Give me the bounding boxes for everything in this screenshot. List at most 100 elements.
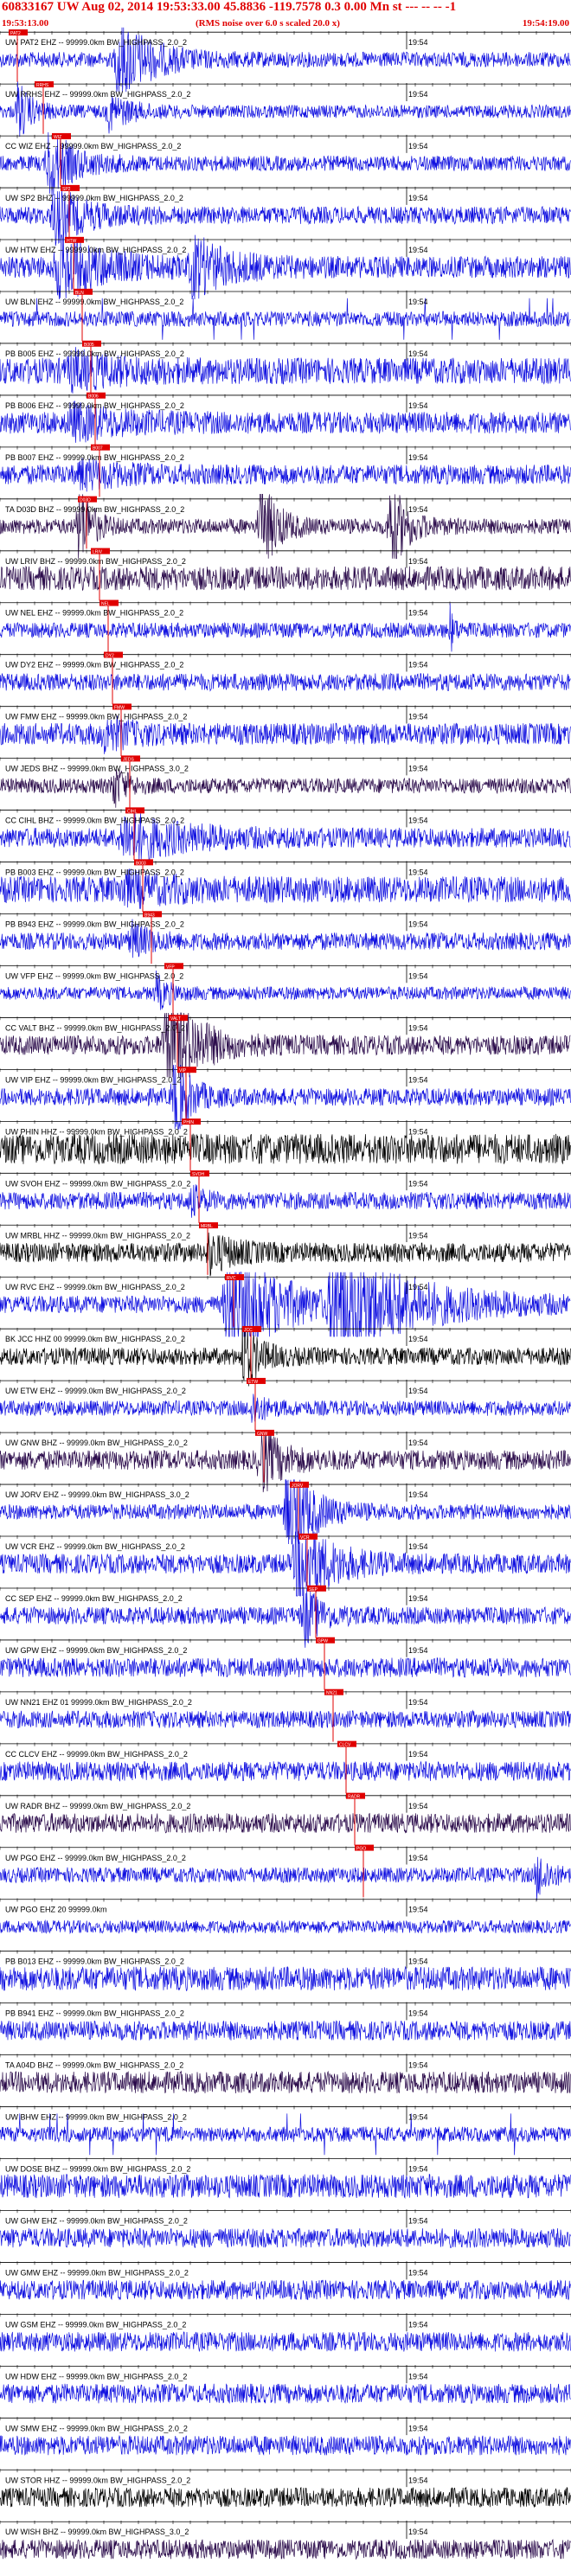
pick-label: VALT bbox=[170, 1016, 181, 1022]
pick-label: CIHL bbox=[127, 809, 138, 814]
trace-label: PB B006 EHZ -- 99999.0km BW_HIGHPASS_2.0… bbox=[5, 401, 184, 410]
time-tick-label: 19:54 bbox=[408, 1283, 428, 1291]
waveform-trace bbox=[0, 565, 571, 592]
seismogram-plot: UW PAT2 EHZ -- 99999.0km BW_HIGHPASS_2.0… bbox=[0, 27, 571, 2560]
trace-label: UW PAT2 EHZ -- 99999.0km BW_HIGHPASS_2.0… bbox=[5, 38, 187, 47]
waveform-trace bbox=[0, 2174, 571, 2200]
time-tick-label: 19:54 bbox=[408, 246, 428, 254]
trace-label: UW PGO EHZ -- 99999.0km BW_HIGHPASS_2.0_… bbox=[5, 1854, 186, 1862]
trace-label: PB B943 EHZ -- 99999.0km BW_HIGHPASS_2.0… bbox=[5, 920, 184, 929]
trace-label: UW GHW EHZ -- 99999.0km BW_HIGHPASS_2.0_… bbox=[5, 2216, 188, 2225]
waveform-trace bbox=[0, 1479, 571, 1545]
trace-label: PB B003 EHZ -- 99999.0km BW_HIGHPASS_2.0… bbox=[5, 868, 184, 877]
time-tick-label: 19:54 bbox=[408, 453, 428, 462]
trace-label: UW GSM EHZ -- 99999.0km BW_HIGHPASS_2.0_… bbox=[5, 2320, 186, 2329]
trace-label: UW JORV EHZ -- 99999.0km BW_HIGHPASS_3.0… bbox=[5, 1490, 189, 1499]
pick-label: B005 bbox=[84, 343, 94, 348]
pick-label: GNW bbox=[257, 1432, 268, 1437]
pick-label: WIZ bbox=[54, 135, 61, 140]
trace-label: UW RRHS EHZ -- 99999.0km BW_HIGHPASS_2.0… bbox=[5, 90, 190, 99]
pick-label: B003 bbox=[136, 861, 146, 866]
pick-label: JEDS bbox=[123, 757, 134, 762]
waveform-trace bbox=[0, 1272, 571, 1337]
waveform-trace bbox=[0, 1760, 571, 1782]
waveform-trace bbox=[0, 2486, 571, 2509]
pick-label: BLN bbox=[75, 291, 84, 296]
time-tick-label: 19:54 bbox=[408, 2476, 428, 2484]
pick-label: PGO bbox=[356, 1847, 366, 1852]
time-tick-label: 19:54 bbox=[408, 661, 428, 670]
pick-label: RVC bbox=[227, 1276, 236, 1281]
waveform-trace bbox=[0, 672, 571, 692]
trace-label: PB B941 EHZ -- 99999.0km BW_HIGHPASS_2.0… bbox=[5, 2009, 184, 2018]
pick-label: GPW bbox=[318, 1639, 328, 1644]
time-tick-label: 19:54 bbox=[408, 1750, 428, 1759]
trace-label: UW HDW EHZ -- 99999.0km BW_HIGHPASS_2.0_… bbox=[5, 2372, 187, 2381]
time-tick-label: 19:54 bbox=[408, 1335, 428, 1343]
time-tick-label: 19:54 bbox=[408, 557, 428, 566]
time-tick-label: 19:54 bbox=[408, 2528, 428, 2536]
time-tick-label: 19:54 bbox=[408, 1387, 428, 1395]
time-tick-label: 19:54 bbox=[408, 1802, 428, 1810]
waveform-trace bbox=[0, 1657, 571, 1678]
waveform-trace bbox=[0, 1530, 571, 1597]
time-tick-label: 19:54 bbox=[408, 868, 428, 877]
pick-label: JCC bbox=[244, 1328, 253, 1333]
trace-label: PB B005 EHZ -- 99999.0km BW_HIGHPASS_2.0… bbox=[5, 349, 184, 358]
pick-label: B007 bbox=[93, 446, 103, 452]
waveform-trace bbox=[0, 1184, 571, 1218]
trace-label: UW GNW BHZ -- 99999.0km BW_HIGHPASS_2.0_… bbox=[5, 1439, 188, 1447]
trace-label: UW LRIV BHZ -- 99999.0km BW_HIGHPASS_2.0… bbox=[5, 557, 186, 566]
trace-label: UW PGO EHZ 20 99999.0km bbox=[5, 1906, 107, 1914]
pick-label: FMW bbox=[114, 705, 125, 710]
trace-label: UW VFP EHZ -- 99999.0km BW_HIGHPASS_2.0_… bbox=[5, 971, 183, 980]
pick-label: NN21 bbox=[326, 1691, 337, 1696]
time-tick-label: 19:54 bbox=[408, 1542, 428, 1551]
time-tick-label: 19:54 bbox=[408, 765, 428, 773]
waveform-trace bbox=[0, 2070, 571, 2094]
waveform-trace bbox=[0, 1965, 571, 1991]
waveform-trace bbox=[0, 1133, 571, 1165]
time-tick-label: 19:54 bbox=[408, 1127, 428, 1136]
time-tick-label: 19:54 bbox=[408, 1439, 428, 1447]
trace-label: UW NN21 EHZ 01 99999.0km BW_HIGHPASS_2.0… bbox=[5, 1698, 192, 1707]
pick-label: RADR bbox=[348, 1795, 361, 1800]
time-tick-label: 19:54 bbox=[408, 2216, 428, 2225]
waveform-trace bbox=[0, 458, 571, 492]
trace-label: TA D03D BHZ -- 99999.0km BW_HIGHPASS_2.0… bbox=[5, 505, 184, 514]
pick-label: LRIV bbox=[93, 550, 103, 555]
time-tick-label: 19:54 bbox=[408, 1594, 428, 1603]
time-tick-label: 19:54 bbox=[408, 609, 428, 618]
waveform-trace bbox=[0, 1709, 571, 1729]
trace-label: CC CIHL BHZ -- 99999.0km BW_HIGHPASS_2.0… bbox=[5, 817, 184, 825]
time-tick-label: 19:54 bbox=[408, 920, 428, 929]
pick-label: RRHS bbox=[36, 83, 49, 88]
trace-label: UW GPW EHZ -- 99999.0km BW_HIGHPASS_2.0_… bbox=[5, 1646, 187, 1655]
pick-label: JORV bbox=[292, 1483, 304, 1489]
time-tick-label: 19:54 bbox=[408, 1490, 428, 1499]
pick-label: NEL bbox=[101, 602, 110, 607]
pick-label: VFP bbox=[166, 964, 175, 970]
pick-label: VIP bbox=[179, 1068, 187, 1073]
pick-label: SEP bbox=[309, 1587, 318, 1592]
waveform-trace bbox=[0, 768, 571, 808]
waveform-trace bbox=[0, 2279, 571, 2301]
trace-label: UW MRBL HHZ -- 99999.0km BW_HIGHPASS_2.0… bbox=[5, 1231, 190, 1240]
waveform-trace bbox=[0, 1919, 571, 1935]
time-tick-label: 19:54 bbox=[408, 90, 428, 99]
pick-label: B006 bbox=[88, 394, 99, 400]
trace-label: UW WISH BHZ -- 99999.0km BW_HIGHPASS_3.0… bbox=[5, 2528, 189, 2536]
trace-label: UW SVOH EHZ -- 99999.0km BW_HIGHPASS_2.0… bbox=[5, 1179, 190, 1188]
pick-label: MRBL bbox=[201, 1224, 213, 1229]
trace-label: UW JEDS BHZ -- 99999.0km BW_HIGHPASS_3.0… bbox=[5, 765, 189, 773]
trace-label: UW BLN EHZ -- 99999.0km BW_HIGHPASS_2.0_… bbox=[5, 298, 183, 306]
trace-label: UW ETW EHZ -- 99999.0km BW_HIGHPASS_2.0_… bbox=[5, 1387, 186, 1395]
time-tick-label: 19:54 bbox=[408, 1906, 428, 1914]
waveform-trace bbox=[0, 2383, 571, 2405]
time-tick-label: 19:54 bbox=[408, 298, 428, 306]
waveform-trace bbox=[0, 1012, 571, 1078]
time-tick-label: 19:54 bbox=[408, 1231, 428, 1240]
trace-label: UW DY2 EHZ -- 99999.0km BW_HIGHPASS_2.0_… bbox=[5, 661, 183, 670]
time-tick-label: 19:54 bbox=[408, 1958, 428, 1966]
time-tick-label: 19:54 bbox=[408, 2320, 428, 2329]
